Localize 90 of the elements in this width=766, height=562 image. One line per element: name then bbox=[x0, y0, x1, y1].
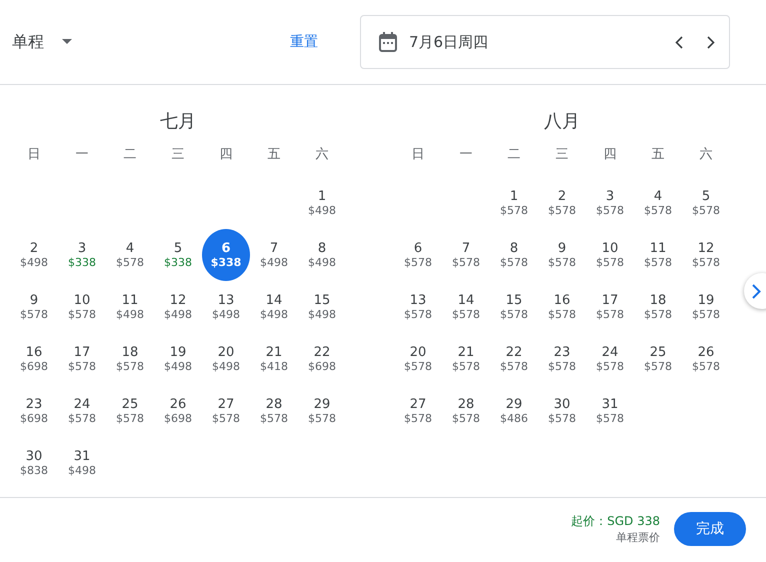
day-cell[interactable]: 13 $578 bbox=[394, 283, 442, 331]
reset-link[interactable]: 重置 bbox=[290, 33, 338, 51]
weekday-label: 三 bbox=[170, 146, 186, 164]
previous-date-icon[interactable] bbox=[675, 36, 683, 48]
day-cell[interactable]: 7 $498 bbox=[250, 231, 298, 279]
day-cell[interactable]: 31 $498 bbox=[58, 439, 106, 487]
day-cell[interactable]: 5 $578 bbox=[682, 179, 730, 227]
month-title: 七月 bbox=[159, 110, 197, 133]
next-date-icon[interactable] bbox=[707, 36, 715, 48]
day-cell[interactable]: 1 $578 bbox=[490, 179, 538, 227]
day-cell[interactable]: 24 $578 bbox=[58, 387, 106, 435]
day-cell[interactable]: 22 $698 bbox=[298, 335, 346, 383]
done-button[interactable]: 完成 bbox=[674, 512, 746, 546]
day-cell[interactable]: 25 $578 bbox=[634, 335, 682, 383]
chevron-right-icon bbox=[752, 284, 761, 298]
day-cell[interactable]: 26 $578 bbox=[682, 335, 730, 383]
weekday-label: 五 bbox=[650, 146, 666, 164]
day-cell[interactable]: 7 $578 bbox=[442, 231, 490, 279]
day-cell[interactable]: 4 $578 bbox=[634, 179, 682, 227]
calendar-icon bbox=[379, 32, 397, 52]
day-cell[interactable]: 20 $578 bbox=[394, 335, 442, 383]
day-cell[interactable]: 14 $578 bbox=[442, 283, 490, 331]
day-cell[interactable]: 6 $578 bbox=[394, 231, 442, 279]
date-field[interactable]: 7月6日周四 bbox=[360, 15, 730, 69]
day-cell[interactable]: 17 $578 bbox=[586, 283, 634, 331]
day-cell[interactable]: 15 $498 bbox=[298, 283, 346, 331]
day-cell[interactable]: 15 $578 bbox=[490, 283, 538, 331]
weekday-label: 日 bbox=[26, 146, 42, 164]
day-cell[interactable]: 29 $486 bbox=[490, 387, 538, 435]
day-cell[interactable]: 28 $578 bbox=[250, 387, 298, 435]
day-cell[interactable]: 29 $578 bbox=[298, 387, 346, 435]
dropdown-caret-icon bbox=[62, 39, 72, 45]
day-cell[interactable]: 24 $578 bbox=[586, 335, 634, 383]
day-cell[interactable]: 22 $578 bbox=[490, 335, 538, 383]
day-cell[interactable]: 19 $578 bbox=[682, 283, 730, 331]
weekday-label: 四 bbox=[218, 146, 234, 164]
day-cell[interactable]: 21 $418 bbox=[250, 335, 298, 383]
weekday-label: 一 bbox=[74, 146, 90, 164]
day-cell[interactable]: 1 $498 bbox=[298, 179, 346, 227]
starting-price: 起价：SGD 338 bbox=[571, 513, 660, 530]
day-cell[interactable]: 17 $578 bbox=[58, 335, 106, 383]
day-cell[interactable]: 8 $498 bbox=[298, 231, 346, 279]
day-cell[interactable]: 4 $578 bbox=[106, 231, 154, 279]
day-cell[interactable]: 23 $578 bbox=[538, 335, 586, 383]
day-cell[interactable]: 31 $578 bbox=[586, 387, 634, 435]
day-cell[interactable]: 13 $498 bbox=[202, 283, 250, 331]
day-cell[interactable]: 11 $498 bbox=[106, 283, 154, 331]
day-cell[interactable]: 16 $578 bbox=[538, 283, 586, 331]
day-cell[interactable]: 30 $838 bbox=[10, 439, 58, 487]
day-cell[interactable]: 21 $578 bbox=[442, 335, 490, 383]
day-cell[interactable]: 10 $578 bbox=[58, 283, 106, 331]
weekday-label: 四 bbox=[602, 146, 618, 164]
day-cell[interactable]: 12 $578 bbox=[682, 231, 730, 279]
day-cell[interactable]: 28 $578 bbox=[442, 387, 490, 435]
day-cell[interactable]: 18 $578 bbox=[106, 335, 154, 383]
day-cell[interactable]: 30 $578 bbox=[538, 387, 586, 435]
date-value: 7月6日周四 bbox=[409, 32, 490, 52]
day-cell[interactable]: 3 $578 bbox=[586, 179, 634, 227]
price-note: 单程票价 bbox=[616, 530, 660, 545]
weekday-label: 五 bbox=[266, 146, 282, 164]
day-cell[interactable]: 2 $498 bbox=[10, 231, 58, 279]
day-cell[interactable]: 20 $498 bbox=[202, 335, 250, 383]
day-cell[interactable]: 8 $578 bbox=[490, 231, 538, 279]
weekday-label: 三 bbox=[554, 146, 570, 164]
weekday-label: 一 bbox=[458, 146, 474, 164]
day-cell[interactable]: 18 $578 bbox=[634, 283, 682, 331]
weekday-label: 日 bbox=[410, 146, 426, 164]
day-cell[interactable]: 6 $338 bbox=[202, 229, 250, 281]
trip-type-dropdown[interactable]: 单程 bbox=[10, 28, 74, 56]
day-cell[interactable]: 2 $578 bbox=[538, 179, 586, 227]
day-cell[interactable]: 12 $498 bbox=[154, 283, 202, 331]
day-cell[interactable]: 10 $578 bbox=[586, 231, 634, 279]
day-cell[interactable]: 11 $578 bbox=[634, 231, 682, 279]
day-cell[interactable]: 23 $698 bbox=[10, 387, 58, 435]
day-cell[interactable]: 16 $698 bbox=[10, 335, 58, 383]
day-cell[interactable]: 5 $338 bbox=[154, 231, 202, 279]
day-cell[interactable]: 9 $578 bbox=[10, 283, 58, 331]
day-cell[interactable]: 27 $578 bbox=[394, 387, 442, 435]
weekday-label: 二 bbox=[506, 146, 522, 164]
day-cell[interactable]: 9 $578 bbox=[538, 231, 586, 279]
day-cell[interactable]: 27 $578 bbox=[202, 387, 250, 435]
day-cell[interactable]: 3 $338 bbox=[58, 231, 106, 279]
weekday-label: 六 bbox=[698, 146, 714, 164]
day-cell[interactable]: 14 $498 bbox=[250, 283, 298, 331]
month-title: 八月 bbox=[543, 110, 581, 133]
weekday-label: 二 bbox=[122, 146, 138, 164]
day-cell[interactable]: 26 $698 bbox=[154, 387, 202, 435]
day-cell[interactable]: 25 $578 bbox=[106, 387, 154, 435]
weekday-label: 六 bbox=[314, 146, 330, 164]
day-cell[interactable]: 19 $498 bbox=[154, 335, 202, 383]
